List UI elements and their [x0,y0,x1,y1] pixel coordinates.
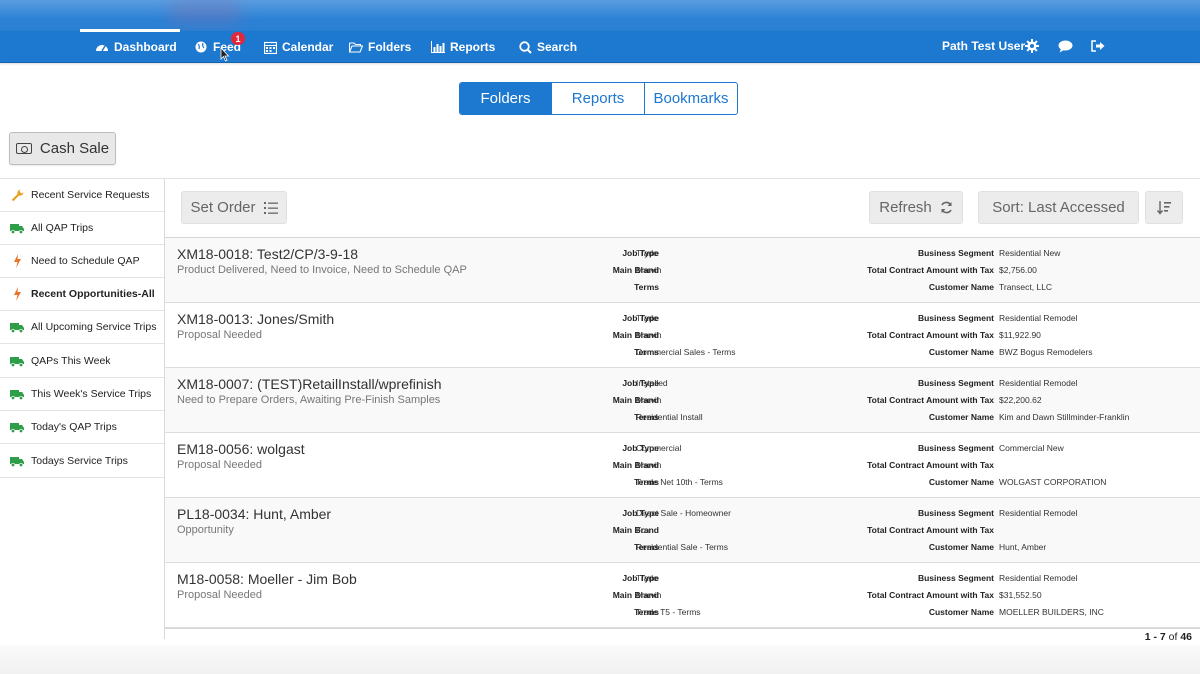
truck-icon [10,356,24,367]
list-bottom-divider [165,628,1200,629]
pager-total: 46 [1180,631,1192,643]
sidebar-item-todays-service-trips[interactable]: Todays Service Trips [0,445,164,478]
pagination-info: 1 - 7 of 46 [1145,631,1192,643]
browser-top-band [0,0,1200,31]
sidebar-item-all-qap-trips[interactable]: All QAP Trips [0,212,164,245]
mouse-cursor-icon [220,48,230,62]
sort-desc-icon [1157,200,1171,215]
tab-folders[interactable]: Folders [460,83,552,114]
item-title[interactable]: EM18-0056: wolgast [177,441,305,457]
truck-icon [10,422,24,433]
item-status: Proposal Needed [177,329,263,341]
list-item[interactable]: EM18-0056: wolgast Proposal Needed Job T… [165,433,1200,498]
refresh-icon [940,201,953,214]
globe-icon [194,40,208,54]
sidebar-item-all-upcoming-service-trips[interactable]: All Upcoming Service Trips [0,311,164,344]
sidebar-item-this-weeks-service-trips[interactable]: This Week's Service Trips [0,378,164,411]
list-item[interactable]: M18-0058: Moeller - Jim Bob Proposal Nee… [165,563,1200,628]
list-item[interactable]: XM18-0007: (TEST)RetailInstall/wprefinis… [165,368,1200,433]
nav-dashboard[interactable]: Dashboard [95,31,177,63]
item-status: Product Delivered, Need to Invoice, Need… [177,264,467,276]
item-status: Need to Prepare Orders, Awaiting Pre-Fin… [177,394,441,406]
truck-icon [10,456,24,467]
sidebar-item-qaps-this-week[interactable]: QAPs This Week [0,345,164,378]
sidebar-item-recent-opportunities-all[interactable]: Recent Opportunities-All [0,278,164,311]
gear-icon[interactable] [1024,38,1040,54]
item-title[interactable]: M18-0058: Moeller - Jim Bob [177,571,357,587]
tab-reports[interactable]: Reports [552,83,645,114]
nav-label: Search [537,40,578,54]
nav-label: Dashboard [114,40,177,54]
bottom-fade [0,645,1200,674]
bar-chart-icon [431,40,445,54]
set-order-button[interactable]: Set Order [181,191,287,224]
item-title[interactable]: XM18-0018: Test2/CP/3-9-18 [177,246,358,262]
sidebar-item-todays-qap-trips[interactable]: Today's QAP Trips [0,411,164,444]
logout-icon[interactable] [1090,38,1106,54]
wrench-icon [10,189,24,202]
lightning-icon [10,287,24,301]
sort-button[interactable]: Sort: Last Accessed [978,191,1139,224]
truck-icon [10,223,24,234]
view-tabs: Folders Reports Bookmarks [459,82,738,115]
dashboard-icon [95,40,109,54]
item-status: Opportunity [177,524,234,536]
search-icon [518,40,532,54]
cash-sale-button[interactable]: Cash Sale [9,132,116,165]
list-order-icon [263,201,278,214]
item-title[interactable]: XM18-0007: (TEST)RetailInstall/wprefinis… [177,376,442,392]
item-title[interactable]: XM18-0013: Jones/Smith [177,311,334,327]
money-icon [15,143,32,154]
nav-label: Folders [368,40,412,54]
pager-of: of [1168,631,1178,643]
item-status: Proposal Needed [177,589,263,601]
sidebar: Recent Service Requests All QAP Trips Ne… [0,179,165,639]
nav-reports[interactable]: Reports [431,31,495,63]
nav-label: Calendar [282,40,334,54]
nav-folders[interactable]: Folders [349,31,411,63]
item-status: Proposal Needed [177,459,263,471]
truck-icon [10,322,24,333]
pager-range: 1 - 7 [1144,631,1166,643]
calendar-icon [263,40,277,54]
list-item[interactable]: XM18-0018: Test2/CP/3-9-18 Product Deliv… [165,238,1200,303]
nav-search[interactable]: Search [518,31,577,63]
sidebar-item-recent-service-requests[interactable]: Recent Service Requests [0,179,164,212]
item-title[interactable]: PL18-0034: Hunt, Amber [177,506,331,522]
refresh-button[interactable]: Refresh [869,191,963,224]
lightning-icon [10,254,24,268]
list-item[interactable]: XM18-0013: Jones/Smith Proposal Needed J… [165,303,1200,368]
list-item[interactable]: PL18-0034: Hunt, Amber Opportunity Job T… [165,498,1200,563]
tab-bookmarks[interactable]: Bookmarks [645,83,737,114]
chat-icon[interactable] [1057,38,1073,54]
nav-label: Reports [450,40,496,54]
nav-calendar[interactable]: Calendar [263,31,333,63]
user-name[interactable]: Path Test User [942,39,1025,53]
sidebar-item-need-to-schedule-qap[interactable]: Need to Schedule QAP [0,245,164,278]
feed-notification-badge: 1 [231,32,245,45]
section-divider [0,178,1200,179]
cash-sale-label: Cash Sale [39,140,110,157]
sort-direction-button[interactable] [1145,191,1183,224]
folder-icon [349,40,363,54]
truck-icon [10,389,24,400]
